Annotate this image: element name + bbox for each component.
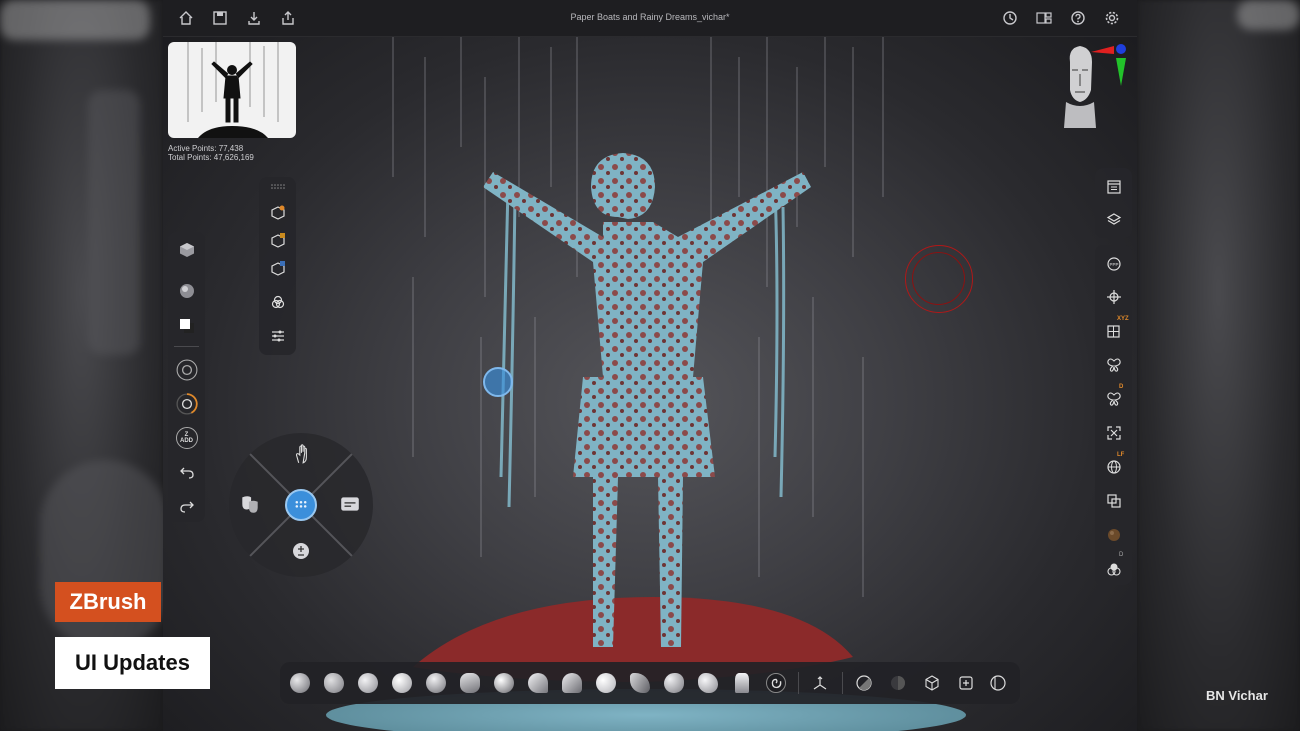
backdrop-right	[1137, 0, 1300, 731]
zadd-toggle[interactable]: Z ADD	[168, 426, 205, 450]
brush-polish-icon[interactable]	[596, 673, 616, 693]
brush-imm-icon[interactable]	[735, 673, 749, 693]
brush-snakehook-icon[interactable]	[630, 673, 650, 693]
screen: Paper Boats and Rainy Dreams_vichar* Act…	[0, 0, 1300, 731]
right-upper-panel	[1095, 168, 1132, 238]
floor-grid-icon[interactable]	[1095, 286, 1132, 308]
d-badge: D	[1119, 384, 1124, 390]
boolean-icon[interactable]	[259, 291, 296, 313]
brush-spiral-icon[interactable]	[766, 673, 786, 693]
brush-clay-buildup-icon[interactable]	[324, 673, 344, 693]
gizmo-transform-icon[interactable]	[810, 673, 830, 693]
brush-clay-icon[interactable]	[290, 673, 310, 693]
redo-icon[interactable]	[168, 494, 205, 518]
brush-cursor-outer	[905, 245, 973, 313]
right-lower-panel: PPP XYZ D LF D	[1095, 245, 1132, 585]
symmetry-grid-icon[interactable]: XYZ	[1095, 316, 1132, 342]
stroke-card-icon[interactable]	[339, 493, 363, 517]
layers-icon[interactable]	[1095, 209, 1132, 231]
solo-mode-icon[interactable]: D	[1095, 552, 1132, 580]
plus-minus-icon[interactable]	[291, 541, 313, 563]
insert-mesh-icon[interactable]	[956, 673, 976, 693]
zbrush-app-window: Paper Boats and Rainy Dreams_vichar* Act…	[163, 0, 1137, 731]
material-preview-icon[interactable]	[1095, 524, 1132, 546]
radial-symmetry-icon[interactable]: D	[1095, 384, 1132, 410]
brush-standard-icon[interactable]	[358, 673, 378, 693]
sculpt-model	[326, 37, 966, 731]
touch-cursor-indicator	[483, 367, 513, 397]
total-points: Total Points: 47,626,169	[168, 153, 254, 162]
mask-tool-icon[interactable]	[854, 673, 874, 693]
split-view-icon[interactable]	[988, 673, 1008, 693]
document-thumbnail[interactable]	[168, 42, 296, 138]
color-swatch-icon[interactable]	[168, 314, 205, 338]
brush-hpolish-icon[interactable]	[698, 673, 718, 693]
document-title: Paper Boats and Rainy Dreams_vichar*	[570, 12, 730, 22]
brush-trim-icon[interactable]	[664, 673, 684, 693]
brush-flatten-icon[interactable]	[562, 673, 582, 693]
radial-center-button[interactable]	[285, 489, 317, 521]
gesture-hand-icon[interactable]	[291, 443, 315, 467]
radial-menu	[229, 433, 373, 577]
svg-text:PPP: PPP	[1109, 262, 1118, 267]
perspective-icon[interactable]: PPP	[1095, 253, 1132, 275]
transparency-icon[interactable]	[1095, 490, 1132, 512]
brush-smooth-icon[interactable]	[392, 673, 412, 693]
left-tool-panel: Z ADD	[168, 232, 205, 522]
history-icon[interactable]	[1001, 9, 1019, 27]
draw-size-dial-icon[interactable]	[168, 392, 205, 416]
butterfly-symmetry-icon[interactable]	[1095, 354, 1132, 376]
subtool-panel	[259, 177, 296, 355]
layout-icon[interactable]	[1035, 9, 1053, 27]
brush-pinch-icon[interactable]	[528, 673, 548, 693]
undo-icon[interactable]	[168, 460, 205, 484]
top-bar: Paper Boats and Rainy Dreams_vichar*	[163, 0, 1137, 37]
xyz-badge: XYZ	[1117, 316, 1129, 322]
sliders-icon[interactable]	[259, 325, 296, 347]
polyframe-icon[interactable]: LF	[1095, 452, 1132, 478]
material-sphere-icon[interactable]	[168, 279, 205, 303]
primitive-cube-icon[interactable]	[168, 238, 205, 262]
brush-cursor-inner	[912, 252, 965, 305]
settings-gear-icon[interactable]	[1103, 9, 1121, 27]
orientation-gizmo[interactable]	[1058, 40, 1136, 132]
masks-icon[interactable]	[239, 493, 263, 517]
topic-label: UI Updates	[55, 637, 210, 689]
brand-label: ZBrush	[55, 582, 161, 622]
viewport-canvas[interactable]	[163, 37, 1137, 731]
drag-handle-icon[interactable]	[259, 181, 296, 191]
d2-badge: D	[1119, 552, 1124, 558]
subtool-info-icon[interactable]	[259, 258, 296, 280]
mesh-cube-tool-icon[interactable]	[922, 673, 942, 693]
point-stats: Active Points: 77,438 Total Points: 47,6…	[168, 144, 254, 162]
zadd-label-bottom: ADD	[180, 438, 193, 444]
cube-tool-icon[interactable]	[259, 202, 296, 224]
panel-view-icon[interactable]	[1095, 176, 1132, 198]
brush-move-icon[interactable]	[494, 673, 514, 693]
active-points: Active Points: 77,438	[168, 144, 244, 153]
lf-badge: LF	[1117, 452, 1125, 458]
brush-tray	[280, 662, 1020, 704]
channel-watermark: BN Vichar	[1206, 688, 1268, 703]
frame-fit-icon[interactable]	[1095, 422, 1132, 444]
brush-dam-standard-icon[interactable]	[460, 673, 480, 693]
focal-shift-icon[interactable]	[168, 358, 205, 382]
polygroup-tool-icon[interactable]	[888, 673, 908, 693]
subtool-layers-icon[interactable]	[259, 230, 296, 252]
help-icon[interactable]	[1069, 9, 1087, 27]
brush-inflate-icon[interactable]	[426, 673, 446, 693]
